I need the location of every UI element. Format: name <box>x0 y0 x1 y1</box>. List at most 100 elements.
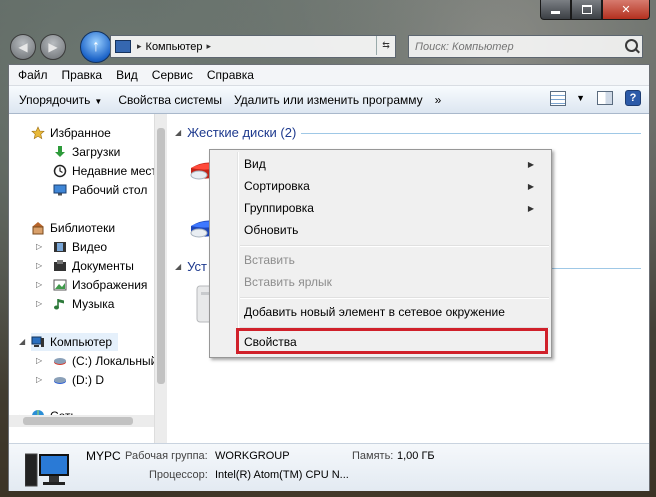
navigation-vertical-scrollbar[interactable] <box>154 114 167 444</box>
expand-arrow-icon[interactable]: ▷ <box>36 356 42 365</box>
menu-label: Группировка <box>244 201 314 215</box>
sidebar-label: Избранное <box>50 126 111 140</box>
group-title: Жесткие диски (2) <box>187 125 297 140</box>
menu-label: Вид <box>244 157 266 171</box>
up-button[interactable]: ↑ <box>80 31 112 63</box>
menu-item-sort[interactable]: Сортировка ▶ <box>244 176 544 196</box>
removable-group-header[interactable]: ◢ Уст <box>175 259 207 274</box>
menu-item-view[interactable]: Вид ▶ <box>244 154 544 174</box>
menu-view[interactable]: Вид <box>109 68 145 82</box>
minimize-icon <box>551 11 560 14</box>
more-commands-button[interactable]: » <box>429 93 448 107</box>
back-button[interactable]: ◀ <box>10 34 36 60</box>
uninstall-program-button[interactable]: Удалить или изменить программу <box>228 93 429 107</box>
menu-edit[interactable]: Правка <box>55 68 110 82</box>
sidebar-item-music[interactable]: Музыка <box>53 295 114 313</box>
search-input[interactable] <box>409 39 627 54</box>
sidebar-label: (C:) Локальный <box>72 354 158 368</box>
refresh-icon: ⇆ <box>382 40 390 50</box>
menu-help[interactable]: Справка <box>200 68 261 82</box>
sidebar-item-computer[interactable]: Компьютер <box>31 333 119 351</box>
menu-item-paste-shortcut: Вставить ярлык <box>244 275 332 289</box>
collapse-arrow-icon[interactable]: ◢ <box>19 337 25 346</box>
music-note-icon <box>54 299 64 310</box>
maximize-button[interactable] <box>571 0 602 20</box>
context-menu: Вид ▶ Сортировка ▶ Группировка ▶ Обновит… <box>209 149 552 358</box>
close-button[interactable]: ✕ <box>602 0 650 20</box>
sidebar-label: Документы <box>72 259 134 273</box>
sidebar-item-favorites[interactable]: Избранное <box>31 124 111 142</box>
library-icon <box>32 222 44 235</box>
expand-arrow-icon[interactable]: ▷ <box>36 299 42 308</box>
expand-arrow-icon[interactable]: ▷ <box>36 280 42 289</box>
sidebar-item-libraries[interactable]: Библиотеки <box>31 219 115 237</box>
sidebar-label: Рабочий стол <box>72 183 148 197</box>
address-bar[interactable]: ▸ Компьютер ▸ ⇆ <box>110 35 396 58</box>
menu-item-group[interactable]: Группировка ▶ <box>244 198 544 218</box>
view-dropdown-arrow-icon[interactable]: ▼ <box>576 93 585 103</box>
minimize-button[interactable] <box>540 0 571 20</box>
menu-file[interactable]: Файл <box>11 68 55 82</box>
submenu-arrow-icon: ▶ <box>527 181 534 191</box>
computer-icon <box>31 336 44 347</box>
breadcrumb-computer[interactable]: Компьютер <box>146 41 203 53</box>
expand-arrow-icon[interactable]: ▷ <box>36 242 42 251</box>
search-icon <box>625 39 638 52</box>
computer-name: MYPC <box>86 449 121 463</box>
navigation-horizontal-scrollbar[interactable] <box>9 415 154 427</box>
sidebar-label: Библиотеки <box>50 221 116 235</box>
command-bar: Упорядочить ▼ Свойства системы Удалить ил… <box>9 86 649 114</box>
expand-arrow-icon[interactable]: ▷ <box>36 375 42 384</box>
menu-item-refresh[interactable]: Обновить <box>244 220 298 240</box>
close-icon: ✕ <box>621 4 631 16</box>
system-properties-button[interactable]: Свойства системы <box>112 93 228 107</box>
workgroup-value: WORKGROUP <box>215 450 290 462</box>
sidebar-item-downloads[interactable]: Загрузки <box>53 143 120 161</box>
sidebar-label: Музыка <box>72 297 115 311</box>
group-divider <box>301 133 641 134</box>
help-icon[interactable]: ? <box>625 90 641 106</box>
view-controls: ▼ ? <box>550 90 641 106</box>
maximize-icon <box>581 5 592 14</box>
organize-button[interactable]: Упорядочить ▼ <box>13 93 108 107</box>
sidebar-label: (D:) D <box>72 373 104 387</box>
sidebar-item-documents[interactable]: Документы <box>53 257 134 275</box>
film-icon <box>54 242 66 252</box>
memory-value: 1,00 ГБ <box>397 450 435 462</box>
organize-label: Упорядочить <box>19 92 91 107</box>
sidebar-item-drive-c[interactable]: (C:) Локальный <box>53 352 157 370</box>
menu-label: Сортировка <box>244 179 310 193</box>
scrollbar-thumb[interactable] <box>157 128 165 384</box>
clock-icon <box>53 164 67 178</box>
search-box[interactable] <box>408 35 643 58</box>
sidebar-item-video[interactable]: Видео <box>53 238 107 256</box>
address-refresh-button[interactable]: ⇆ <box>376 36 395 55</box>
hard-disks-group-header[interactable]: ◢ Жесткие диски (2) <box>175 125 296 140</box>
submenu-arrow-icon: ▶ <box>527 203 534 213</box>
workgroup-label: Рабочая группа: <box>125 450 208 462</box>
memory-label: Память: <box>352 450 394 462</box>
document-icon <box>54 260 66 271</box>
submenu-arrow-icon: ▶ <box>527 159 534 169</box>
cpu-value: Intel(R) Atom(TM) CPU N... <box>215 469 349 481</box>
menu-item-add-network-location[interactable]: Добавить новый элемент в сетевое окружен… <box>244 302 505 322</box>
forward-button[interactable]: ▶ <box>40 34 66 60</box>
sidebar-item-desktop[interactable]: Рабочий стол <box>53 181 147 199</box>
sidebar-item-images[interactable]: Изображения <box>53 276 147 294</box>
menu-tools[interactable]: Сервис <box>145 68 200 82</box>
hard-drive-icon <box>54 358 66 365</box>
breadcrumb-separator-icon: ▸ <box>137 41 142 51</box>
scrollbar-thumb[interactable] <box>23 417 133 425</box>
details-pane: MYPC Рабочая группа: WORKGROUP Память: 1… <box>9 443 649 491</box>
change-view-icon[interactable] <box>550 90 567 106</box>
properties-highlight-frame <box>236 328 548 354</box>
window-caption-buttons: ✕ <box>540 0 650 20</box>
expand-arrow-icon[interactable]: ▷ <box>36 261 42 270</box>
sidebar-label: Недавние мест <box>72 164 157 178</box>
sidebar-item-drive-d[interactable]: (D:) D <box>53 371 104 389</box>
sidebar-item-recent[interactable]: Недавние мест <box>53 162 157 180</box>
menu-gutter <box>237 152 239 355</box>
menu-separator <box>240 297 549 299</box>
preview-pane-icon[interactable] <box>597 91 613 105</box>
navigation-pane: Избранное Загрузки Недавние мест Рабочий… <box>9 114 164 444</box>
